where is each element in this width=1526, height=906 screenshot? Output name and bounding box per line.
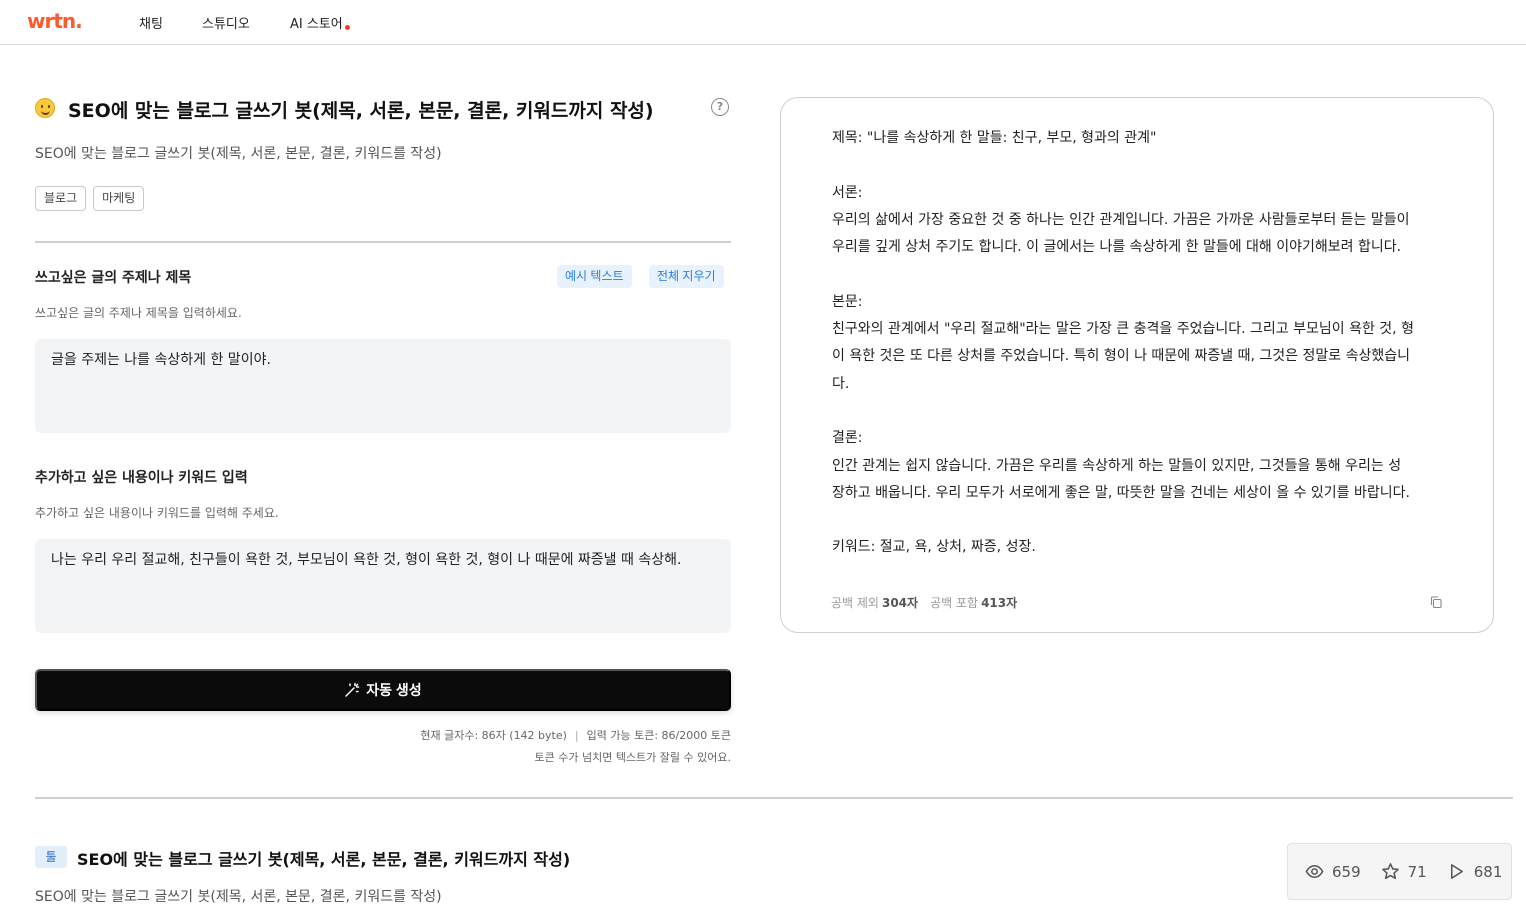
tool-info-description: SEO에 맞는 블로그 글쓰기 봇(제목, 서론, 본문, 결론, 키워드를 작… <box>35 889 442 905</box>
runs-count: 681 <box>1473 862 1503 881</box>
top-navigation: wrtn. 채팅 스튜디오 AI 스토어 <box>0 0 1526 45</box>
smile-emoji-icon <box>35 98 55 118</box>
output-char-stats: 공백 제외 304자 공백 포함 413자 <box>831 594 1029 611</box>
output-line: 우리의 삶에서 가장 중요한 것 중 하나는 인간 관계입니다. 가끔은 가까운… <box>832 211 1410 228</box>
output-line: 서론: <box>832 184 863 201</box>
output-line: 이 욕한 것은 또 다른 상처를 주었습니다. 특히 형이 나 때문에 짜증낼 … <box>832 348 1410 365</box>
output-line: 결론: <box>832 430 863 447</box>
incl-spaces-value: 413자 <box>981 596 1018 610</box>
nav-item-ai-store-label: AI 스토어 <box>290 17 343 32</box>
star-icon <box>1381 863 1399 880</box>
output-line: 다. <box>832 375 850 392</box>
nav-item-studio[interactable]: 스튜디오 <box>202 13 250 32</box>
nav-item-chat[interactable]: 채팅 <box>139 13 163 32</box>
keyword-input[interactable]: 나는 우리 우리 절교해, 친구들이 욕한 것, 부모님이 욕한 것, 형이 욕… <box>35 539 731 633</box>
generated-output-text[interactable]: 제목: "나를 속상하게 한 말들: 친구, 부모, 형과의 관계" 서론: 우리의… <box>832 125 1452 562</box>
topic-input[interactable]: 글을 주제는 나를 속상하게 한 말이야. <box>35 339 731 433</box>
clear-all-button[interactable]: 전체 지우기 <box>649 265 724 288</box>
play-icon <box>1450 864 1463 879</box>
tag-list: 블로그 마케팅 <box>35 186 145 211</box>
output-line: 친구와의 관계에서 "우리 절교해"라는 말은 가장 큰 충격을 주었습니다. … <box>832 321 1414 338</box>
wrtn-logo[interactable]: wrtn. <box>27 9 83 33</box>
section-divider-bottom <box>35 797 1513 799</box>
auto-generate-label: 자동 생성 <box>366 682 422 698</box>
topic-field-help: 쓰고싶은 글의 주제나 제목을 입력하세요. <box>35 306 242 320</box>
eye-icon <box>1305 865 1324 878</box>
excl-spaces-value: 304자 <box>881 596 919 610</box>
tag-blog[interactable]: 블로그 <box>35 186 87 211</box>
topic-field-label: 쓰고싶은 글의 주제나 제목 <box>35 270 192 286</box>
char-count: 현재 글자수: 86자 (142 byte) <box>420 729 567 742</box>
tool-title-row: SEO에 맞는 블로그 글쓰기 봇(제목, 서론, 본문, 결론, 키워드까지 … <box>35 96 735 126</box>
keyword-field-label: 추가하고 싶은 내용이나 키워드 입력 <box>35 470 248 486</box>
excl-spaces-label: 공백 제외 <box>831 596 879 610</box>
example-text-button[interactable]: 예시 텍스트 <box>557 265 632 288</box>
section-divider <box>35 241 731 243</box>
help-icon[interactable]: ? <box>711 98 729 116</box>
output-line: 본문: <box>832 293 863 310</box>
auto-generate-button[interactable]: 자동 생성 <box>35 669 731 711</box>
tool-description: SEO에 맞는 블로그 글쓰기 봇(제목, 서론, 본문, 결론, 키워드를 작… <box>35 146 442 162</box>
page-title: SEO에 맞는 블로그 글쓰기 봇(제목, 서론, 본문, 결론, 키워드까지 … <box>68 100 654 122</box>
magic-wand-icon <box>345 682 360 697</box>
stars-count: 71 <box>1407 862 1427 881</box>
notification-dot-icon <box>344 25 350 30</box>
output-card: 제목: "나를 속상하게 한 말들: 친구, 부모, 형과의 관계" 서론: 우리의… <box>780 97 1494 633</box>
output-line: 제목: "나를 속상하게 한 말들: 친구, 부모, 형과의 관계" <box>832 130 1157 146</box>
nav-item-ai-store[interactable]: AI 스토어 <box>290 13 350 32</box>
incl-spaces-label: 공백 포함 <box>930 596 979 610</box>
views-count: 659 <box>1332 862 1361 881</box>
output-line: 장하고 배웁니다. 우리 모두가 서로에게 좋은 말, 따뜻한 말을 건네는 세… <box>832 484 1410 501</box>
keyword-field-help: 추가하고 싶은 내용이나 키워드를 입력해 주세요. <box>35 506 279 520</box>
output-line: 인간 관계는 쉽지 않습니다. 가끔은 우리를 속상하게 하는 말들이 있지만,… <box>832 457 1402 474</box>
output-line: 키워드: 절교, 욕, 상처, 짜증, 성장. <box>832 539 1036 556</box>
copy-icon[interactable] <box>1430 596 1442 608</box>
tool-stats: 659 71 681 <box>1287 843 1512 900</box>
runs-stat: 681 <box>1447 862 1503 881</box>
token-warning: 토큰 수가 넘치면 텍스트가 잘릴 수 있어요. <box>534 751 731 764</box>
output-line: 우리를 깊게 상처 주기도 합니다. 이 글에서는 나를 속상하게 한 말들에 … <box>832 239 1402 256</box>
tool-info-title: SEO에 맞는 블로그 글쓰기 봇(제목, 서론, 본문, 결론, 키워드까지 … <box>77 850 571 869</box>
token-count: 입력 가능 토큰: 86/2000 토큰 <box>586 729 731 742</box>
views-stat: 659 <box>1305 862 1361 881</box>
input-counts: 현재 글자수: 86자 (142 byte) | 입력 가능 토큰: 86/2000… <box>420 729 731 742</box>
tool-type-badge: 툴 <box>35 846 67 868</box>
tag-marketing[interactable]: 마케팅 <box>93 186 145 211</box>
stars-stat[interactable]: 71 <box>1381 862 1427 881</box>
